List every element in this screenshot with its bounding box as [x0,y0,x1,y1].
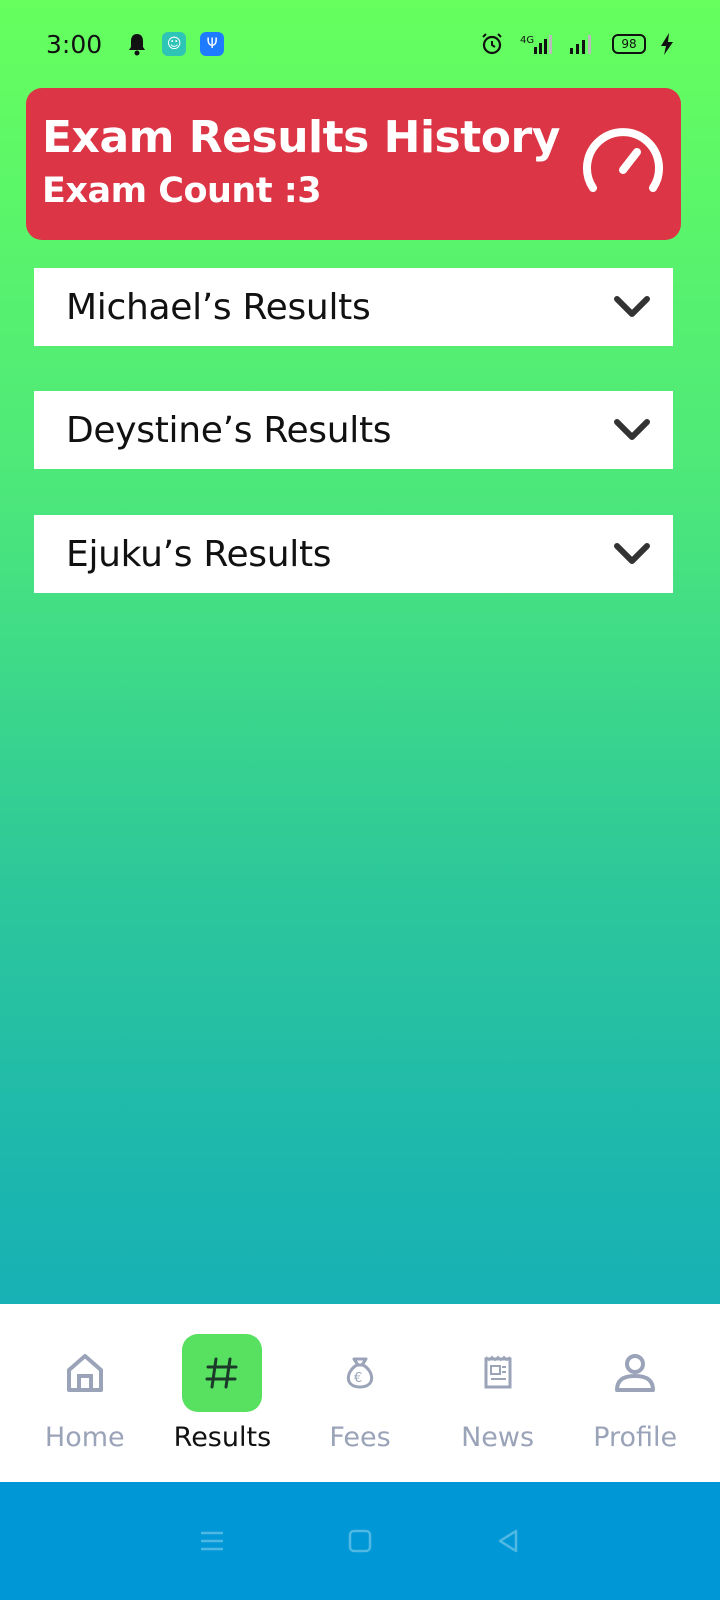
exam-count: Exam Count :3 [42,171,322,211]
result-row-deystine[interactable]: Deystine’s Results [34,391,673,469]
nav-label-results[interactable]: Results [174,1422,272,1453]
back-triangle-icon[interactable] [494,1527,522,1555]
home-square-icon[interactable] [346,1527,374,1555]
usb-icon: Ψ [200,32,225,56]
result-label: Deystine’s Results [66,409,392,451]
result-row-ejuku[interactable]: Ejuku’s Results [34,515,673,593]
status-bar: 3:00 ☺ Ψ 4G 98 [0,0,720,88]
result-row-michael[interactable]: Michael’s Results [34,268,673,346]
network-4g-icon: 4G [518,32,554,56]
chevron-down-icon[interactable] [611,409,653,451]
speedometer-icon [583,128,663,192]
system-nav-bar [0,1482,720,1600]
status-left: 3:00 ☺ Ψ [46,29,225,59]
svg-text:€: € [354,1371,362,1386]
battery-icon: 98 [612,34,646,54]
bottom-nav: Home Results € Fees News Profile [0,1304,720,1482]
status-right: 4G 98 [480,32,674,56]
home-icon[interactable] [45,1334,125,1412]
result-label: Ejuku’s Results [66,533,332,575]
nav-item-results[interactable]: Results [157,1334,287,1453]
page-title: Exam Results History [42,112,560,163]
menu-icon[interactable] [198,1527,226,1555]
nav-item-fees[interactable]: € Fees [295,1334,425,1453]
nav-label-profile[interactable]: Profile [593,1422,677,1453]
nav-label-fees[interactable]: Fees [329,1422,390,1453]
newspaper-icon[interactable] [458,1334,538,1412]
nav-label-home[interactable]: Home [45,1422,125,1453]
charging-icon [660,32,674,56]
chevron-down-icon[interactable] [611,286,653,328]
status-time: 3:00 [46,29,103,59]
money-bag-icon[interactable]: € [320,1334,400,1412]
nav-label-news[interactable]: News [461,1422,534,1453]
nav-item-home[interactable]: Home [20,1334,150,1453]
nav-item-profile[interactable]: Profile [570,1334,700,1453]
signal-icon [568,32,598,56]
hashtag-icon[interactable] [182,1334,263,1412]
app-chip-icon: ☺ [162,32,187,56]
bell-icon [126,32,148,56]
header-card: Exam Results History Exam Count :3 [26,88,681,240]
result-label: Michael’s Results [66,286,371,328]
alarm-icon [480,32,504,56]
chevron-down-icon[interactable] [611,533,653,575]
nav-item-news[interactable]: News [433,1334,563,1453]
user-icon[interactable] [595,1334,675,1412]
network-label: 4G [520,35,534,46]
